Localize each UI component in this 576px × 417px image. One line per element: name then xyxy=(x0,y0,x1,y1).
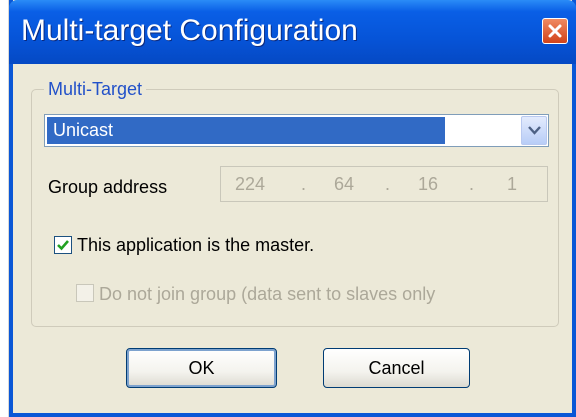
checkmark-icon xyxy=(57,240,69,251)
ip-octet-4: 1 xyxy=(507,174,518,194)
mode-dropdown[interactable]: Unicast xyxy=(44,114,549,147)
ip-dot-3: . xyxy=(469,174,475,194)
dropdown-arrow-button[interactable] xyxy=(521,116,547,145)
ip-octet-1: 224 xyxy=(235,174,266,194)
chevron-down-icon xyxy=(528,126,541,135)
master-checkbox-label[interactable]: This application is the master. xyxy=(77,234,314,256)
ip-dot-1: . xyxy=(301,174,307,194)
close-button[interactable] xyxy=(542,18,568,44)
window-title: Multi-target Configuration xyxy=(21,14,358,47)
ip-octet-2: 64 xyxy=(334,174,355,194)
cancel-button[interactable]: Cancel xyxy=(323,348,470,388)
ip-dot-2: . xyxy=(385,174,391,194)
master-checkbox[interactable] xyxy=(54,236,72,254)
close-icon xyxy=(548,24,562,38)
groupbox-legend: Multi-Target xyxy=(44,78,147,100)
ip-octet-3: 16 xyxy=(418,174,439,194)
mode-dropdown-value: Unicast xyxy=(47,117,445,144)
group-address-field[interactable]: 224 . 64 . 16 . 1 xyxy=(220,166,548,202)
ok-button[interactable]: OK xyxy=(126,348,277,388)
title-bar: Multi-target Configuration xyxy=(9,0,576,64)
no-join-checkbox[interactable] xyxy=(76,284,94,302)
background-strip xyxy=(0,0,9,417)
no-join-checkbox-label: Do not join group (data sent to slaves o… xyxy=(99,284,436,304)
group-address-label: Group address xyxy=(48,177,168,197)
